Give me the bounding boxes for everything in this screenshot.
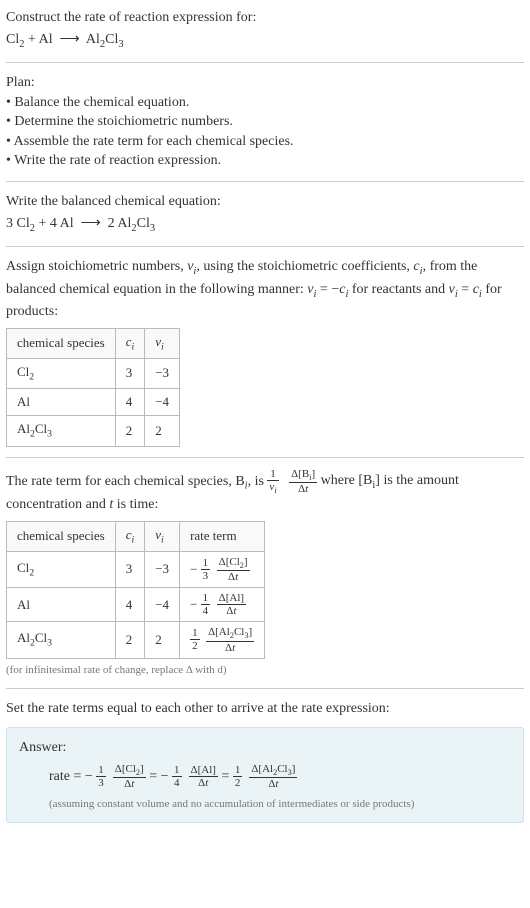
cell-ci: 2: [115, 416, 145, 446]
prompt-equation: Cl2 + Al ⟶ Al2Cl3: [6, 30, 524, 52]
plan-item: • Write the rate of reaction expression.: [6, 151, 524, 171]
prompt-title: Construct the rate of reaction expressio…: [6, 8, 524, 28]
divider: [6, 688, 524, 689]
plan-heading: Plan:: [6, 73, 524, 93]
cell-vi: −3: [145, 358, 180, 388]
stoich-intro: Assign stoichiometric numbers, νi, using…: [6, 257, 524, 322]
fraction: 1 2: [190, 627, 200, 652]
fraction: Δ[Bi] Δt: [289, 468, 317, 495]
cell-species: Al: [7, 588, 116, 622]
plan-item: • Determine the stoichiometric numbers.: [6, 112, 524, 132]
col-ci: ci: [115, 521, 145, 551]
col-vi: νi: [145, 328, 180, 358]
fraction: 1 νi: [267, 468, 278, 495]
prompt-section: Construct the rate of reaction expressio…: [6, 8, 524, 52]
cell-vi: 2: [145, 416, 180, 446]
fraction: Δ[Al] Δt: [189, 764, 218, 789]
table-row: Al2Cl3 2 2 1 2 Δ[Al2Cl3] Δt: [7, 622, 265, 658]
table-row: Cl2 3 −3 − 1 3 Δ[Cl2] Δt: [7, 551, 265, 587]
fraction: Δ[Al] Δt: [217, 592, 246, 617]
cell-rate: − 1 3 Δ[Cl2] Δt: [180, 551, 265, 587]
divider: [6, 62, 524, 63]
answer-label: Answer:: [19, 738, 511, 758]
col-ci: ci: [115, 328, 145, 358]
rateterm-note: (for infinitesimal rate of change, repla…: [6, 663, 524, 678]
cell-species: Cl2: [7, 358, 116, 388]
stoich-table: chemical species ci νi Cl2 3 −3 Al 4 −4 …: [6, 328, 180, 447]
cell-vi: −4: [145, 389, 180, 416]
col-species: chemical species: [7, 521, 116, 551]
cell-ci: 4: [115, 389, 145, 416]
rateterm-section: The rate term for each chemical species,…: [6, 468, 524, 678]
stoich-section: Assign stoichiometric numbers, νi, using…: [6, 257, 524, 446]
col-species: chemical species: [7, 328, 116, 358]
fraction: Δ[Cl2] Δt: [113, 763, 146, 790]
cell-rate: − 1 4 Δ[Al] Δt: [180, 588, 265, 622]
cell-vi: −3: [145, 551, 180, 587]
fraction: 1 4: [172, 764, 182, 789]
plan-item: • Balance the chemical equation.: [6, 93, 524, 113]
plan-item: • Assemble the rate term for each chemic…: [6, 132, 524, 152]
balanced-section: Write the balanced chemical equation: 3 …: [6, 192, 524, 236]
cell-ci: 4: [115, 588, 145, 622]
fraction: 1 3: [201, 557, 211, 582]
cell-ci: 3: [115, 358, 145, 388]
balanced-equation: 3 Cl2 + 4 Al ⟶ 2 Al2Cl3: [6, 214, 524, 236]
cell-species: Al2Cl3: [7, 416, 116, 446]
table-header-row: chemical species ci νi: [7, 328, 180, 358]
table-row: Al2Cl3 2 2: [7, 416, 180, 446]
rateterm-table: chemical species ci νi rate term Cl2 3 −…: [6, 521, 265, 659]
col-vi: νi: [145, 521, 180, 551]
cell-species: Cl2: [7, 551, 116, 587]
fraction: Δ[Cl2] Δt: [217, 556, 250, 583]
divider: [6, 457, 524, 458]
plan-section: Plan: • Balance the chemical equation. •…: [6, 73, 524, 171]
cell-species: Al: [7, 389, 116, 416]
answer-box: Answer: rate = − 1 3 Δ[Cl2] Δt = − 1 4 Δ…: [6, 727, 524, 823]
cell-species: Al2Cl3: [7, 622, 116, 658]
cell-ci: 2: [115, 622, 145, 658]
divider: [6, 246, 524, 247]
answer-equation: rate = − 1 3 Δ[Cl2] Δt = − 1 4 Δ[Al] Δt …: [49, 763, 511, 790]
fraction: 1 3: [96, 764, 106, 789]
cell-vi: −4: [145, 588, 180, 622]
table-row: Cl2 3 −3: [7, 358, 180, 388]
divider: [6, 181, 524, 182]
cell-ci: 3: [115, 551, 145, 587]
table-row: Al 4 −4 − 1 4 Δ[Al] Δt: [7, 588, 265, 622]
fraction: Δ[Al2Cl3] Δt: [249, 763, 297, 790]
table-row: Al 4 −4: [7, 389, 180, 416]
fraction: Δ[Al2Cl3] Δt: [206, 626, 254, 653]
fraction: 1 4: [201, 592, 211, 617]
fraction: 1 2: [233, 764, 243, 789]
cell-rate: 1 2 Δ[Al2Cl3] Δt: [180, 622, 265, 658]
table-header-row: chemical species ci νi rate term: [7, 521, 265, 551]
cell-vi: 2: [145, 622, 180, 658]
rateterm-intro: The rate term for each chemical species,…: [6, 468, 524, 515]
col-rate: rate term: [180, 521, 265, 551]
balanced-heading: Write the balanced chemical equation:: [6, 192, 524, 212]
answer-note: (assuming constant volume and no accumul…: [49, 797, 511, 812]
final-heading: Set the rate terms equal to each other t…: [6, 699, 524, 719]
